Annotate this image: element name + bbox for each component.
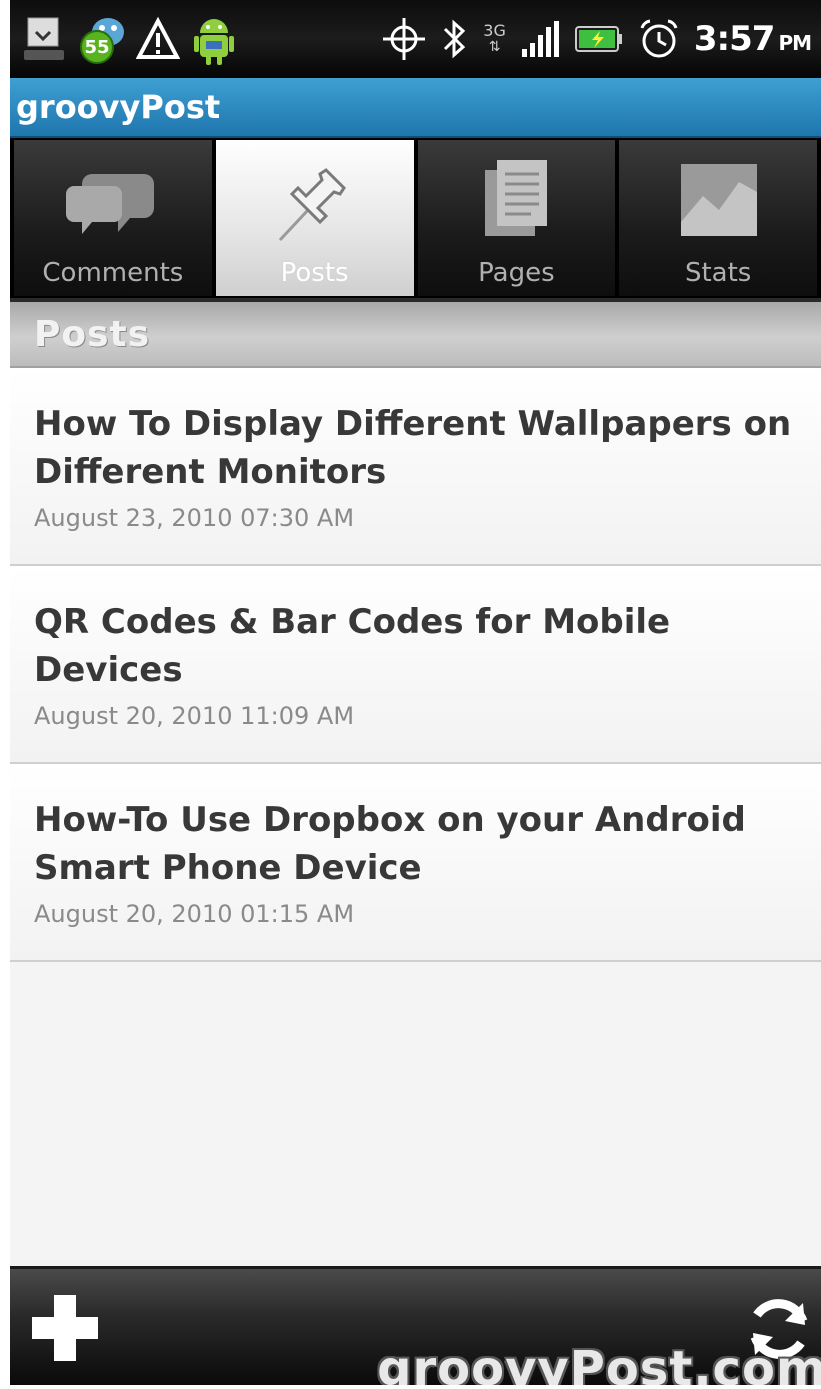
notification-count: 55	[80, 30, 114, 64]
gps-icon	[381, 16, 427, 62]
network-3g-icon: 3G ⇅	[483, 21, 506, 56]
section-title: Posts	[34, 313, 151, 355]
watermark: groovyPost.com	[377, 1341, 821, 1385]
section-header: Posts	[10, 302, 821, 368]
pushpin-icon	[278, 168, 346, 242]
post-date: August 20, 2010 11:09 AM	[34, 702, 355, 730]
battery-icon	[574, 24, 624, 54]
comments-icon	[65, 174, 154, 234]
tab-label: Comments	[42, 258, 184, 288]
post-title: How To Display Different Wallpapers on D…	[34, 404, 792, 492]
post-date: August 23, 2010 07:30 AM	[34, 504, 355, 532]
list-item[interactable]: How-To Use Dropbox on your Android Smart…	[10, 764, 821, 962]
post-title: How-To Use Dropbox on your Android Smart…	[34, 800, 746, 888]
posts-list: How To Display Different Wallpapers on D…	[10, 368, 821, 962]
list-item[interactable]: How To Display Different Wallpapers on D…	[10, 368, 821, 566]
tab-bar: Comments Posts Pages Stats	[10, 138, 821, 298]
warning-icon	[136, 17, 180, 61]
clock: 3:57 PM	[693, 19, 812, 59]
alarm-icon	[638, 18, 680, 60]
tab-posts[interactable]: Posts	[215, 140, 414, 296]
tab-label: Posts	[280, 258, 349, 288]
signal-icon	[520, 19, 560, 59]
app-title: groovyPost	[16, 88, 221, 126]
list-item[interactable]: QR Codes & Bar Codes for Mobile Devices …	[10, 566, 821, 764]
status-bar: 55 3G ⇅ 3:57 PM	[10, 0, 821, 78]
pages-icon	[485, 160, 548, 236]
bluetooth-icon	[441, 17, 469, 61]
phone-screen: 55 3G ⇅ 3:57 PM groovyPost Comments Post…	[10, 0, 821, 1385]
tab-stats[interactable]: Stats	[619, 140, 817, 296]
post-date: August 20, 2010 01:15 AM	[34, 900, 355, 928]
android-badge-icon: 55	[78, 12, 124, 66]
download-icon	[24, 14, 66, 64]
plus-icon[interactable]	[28, 1291, 102, 1365]
stats-icon	[681, 164, 758, 236]
app-title-bar: groovyPost	[10, 78, 821, 138]
tab-pages[interactable]: Pages	[417, 140, 616, 296]
bottom-toolbar: groovyPost.com	[10, 1266, 821, 1385]
tab-comments[interactable]: Comments	[14, 140, 212, 296]
post-title: QR Codes & Bar Codes for Mobile Devices	[34, 602, 671, 690]
tab-label: Pages	[478, 258, 555, 288]
android-icon	[192, 11, 236, 67]
tab-label: Stats	[684, 258, 752, 288]
